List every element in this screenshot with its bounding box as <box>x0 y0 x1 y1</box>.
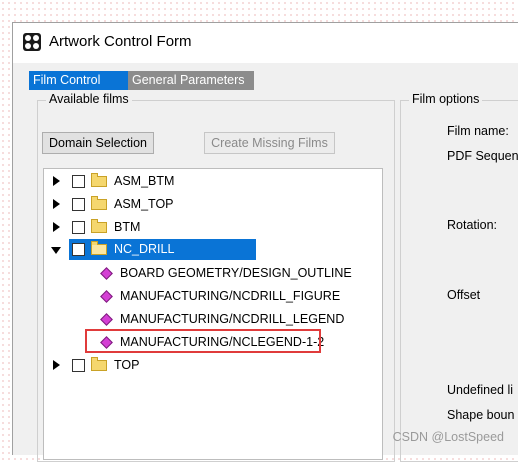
tree-row-asm-btm[interactable]: ASM_BTM <box>44 170 382 192</box>
collapse-arrow-icon[interactable] <box>51 247 61 254</box>
watermark: CSDN @LostSpeed <box>392 430 504 444</box>
folder-icon <box>91 357 107 371</box>
tree-row-label: ASM_TOP <box>114 197 174 211</box>
app-icon <box>23 33 41 51</box>
tree-row-nc-drill[interactable]: NC_DRILL <box>44 238 382 260</box>
expand-arrow-icon[interactable] <box>53 222 60 232</box>
available-films-label: Available films <box>46 92 132 106</box>
tree-leaf-label: MANUFACTURING/NCDRILL_LEGEND <box>120 312 345 326</box>
tree-row-top[interactable]: TOP <box>44 354 382 376</box>
film-options-label: Film options <box>409 92 483 106</box>
artwork-control-window: Artwork Control Form Film Control Genera… <box>12 22 518 462</box>
film-checkbox[interactable] <box>72 359 85 372</box>
shape-bound-label: Shape boun <box>447 408 515 422</box>
undefined-line-width-label: Undefined li <box>447 383 514 397</box>
highlight-annotation-box <box>85 329 321 353</box>
expand-arrow-icon[interactable] <box>53 176 60 186</box>
tab-film-control[interactable]: Film Control <box>29 71 134 90</box>
films-tree[interactable]: ASM_BTM ASM_TOP BTM NC_DRILL BOARD GEOME… <box>43 168 383 460</box>
tab-general-parameters[interactable]: General Parameters <box>128 71 254 90</box>
tree-row-label: NC_DRILL <box>114 242 175 256</box>
folder-icon <box>91 173 107 187</box>
film-checkbox[interactable] <box>72 243 85 256</box>
tree-row-label: TOP <box>114 358 140 372</box>
tree-row-asm-top[interactable]: ASM_TOP <box>44 193 382 215</box>
layer-icon <box>100 313 113 326</box>
folder-icon <box>91 219 107 233</box>
expand-arrow-icon[interactable] <box>53 199 60 209</box>
layer-icon <box>100 290 113 303</box>
film-name-label: Film name: <box>447 124 509 138</box>
tree-row-btm[interactable]: BTM <box>44 216 382 238</box>
window-title: Artwork Control Form <box>49 33 192 50</box>
offset-label: Offset <box>447 288 481 302</box>
expand-arrow-icon[interactable] <box>53 360 60 370</box>
domain-selection-button[interactable]: Domain Selection <box>42 132 154 154</box>
tree-leaf-board-geometry[interactable]: BOARD GEOMETRY/DESIGN_OUTLINE <box>44 262 382 284</box>
rotation-label: Rotation: <box>447 218 498 232</box>
folder-icon <box>91 196 107 210</box>
tree-row-label: ASM_BTM <box>114 174 175 188</box>
title-bar: Artwork Control Form <box>13 23 518 63</box>
tree-row-label: BTM <box>114 220 141 234</box>
layer-icon <box>100 267 113 280</box>
film-checkbox[interactable] <box>72 221 85 234</box>
film-checkbox[interactable] <box>72 175 85 188</box>
pdf-sequence-label: PDF Sequenc <box>447 149 518 163</box>
film-checkbox[interactable] <box>72 198 85 211</box>
tree-leaf-label: MANUFACTURING/NCDRILL_FIGURE <box>120 289 341 303</box>
open-folder-icon <box>91 241 107 255</box>
tree-leaf-ncdrill-legend[interactable]: MANUFACTURING/NCDRILL_LEGEND <box>44 308 382 330</box>
create-missing-films-button[interactable]: Create Missing Films <box>204 132 335 154</box>
tree-leaf-ncdrill-figure[interactable]: MANUFACTURING/NCDRILL_FIGURE <box>44 285 382 307</box>
tree-leaf-label: BOARD GEOMETRY/DESIGN_OUTLINE <box>120 266 352 280</box>
